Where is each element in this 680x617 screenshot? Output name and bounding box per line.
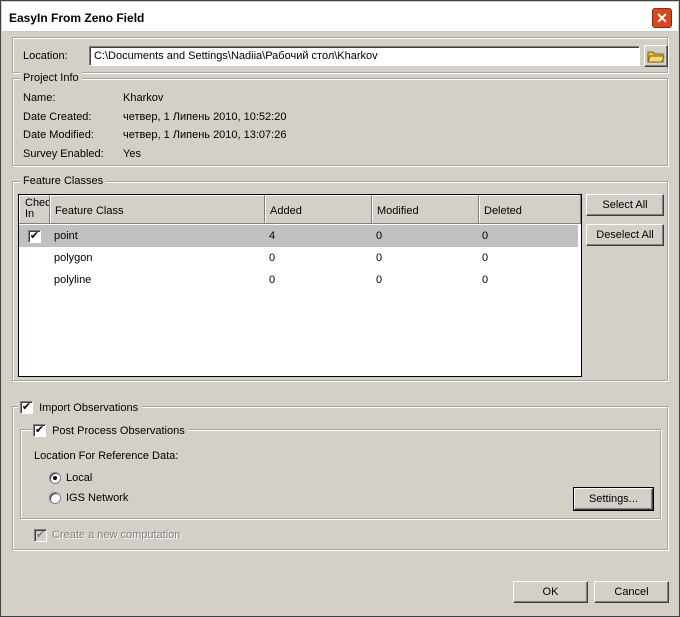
feature-classes-list[interactable]: Chec In Feature Class Added Modified Del…: [18, 194, 582, 377]
column-header-feature-class[interactable]: Feature Class: [50, 195, 265, 224]
date-created-value: четвер, 1 Липень 2010, 10:52:20: [123, 111, 287, 123]
local-radio[interactable]: [49, 472, 61, 484]
igs-network-radio-label[interactable]: IGS Network: [66, 492, 128, 504]
create-computation-label: Create a new computation: [52, 529, 181, 541]
deleted-cell: 0: [482, 274, 489, 286]
post-process-option[interactable]: ✔ Post Process Observations: [31, 424, 189, 437]
settings-button[interactable]: Settings...: [573, 487, 654, 511]
feature-classes-legend: Feature Classes: [20, 175, 107, 187]
import-observations-label: Import Observations: [39, 401, 139, 414]
igs-network-radio[interactable]: [49, 492, 61, 504]
create-computation-checkbox[interactable]: ✔: [34, 529, 47, 542]
post-process-checkbox[interactable]: ✔: [33, 424, 46, 437]
post-process-label: Post Process Observations: [52, 424, 185, 437]
added-cell: 4: [269, 230, 276, 242]
ok-button[interactable]: OK: [513, 581, 588, 603]
column-header-modified[interactable]: Modified: [372, 195, 479, 224]
local-radio-label[interactable]: Local: [66, 472, 92, 484]
feature-class-cell: point: [54, 230, 78, 242]
reference-data-label: Location For Reference Data:: [34, 450, 179, 462]
location-input[interactable]: C:\Documents and Settings\Nadiia\Рабочий…: [89, 46, 640, 66]
added-cell: 0: [269, 252, 276, 264]
modified-cell: 0: [376, 274, 383, 286]
table-row[interactable]: ✔ point 4 0 0: [19, 225, 578, 247]
deleted-cell: 0: [482, 252, 489, 264]
window-title: EasyIn From Zeno Field: [9, 11, 145, 25]
survey-enabled-label: Survey Enabled:: [23, 148, 104, 160]
column-header-check-in[interactable]: Chec In: [19, 195, 50, 224]
table-row[interactable]: polyline 0 0 0: [19, 269, 578, 291]
check-in-header-bottom: In: [25, 208, 35, 220]
date-modified-label: Date Modified:: [23, 129, 94, 141]
name-label: Name:: [23, 92, 56, 104]
close-icon[interactable]: ✕: [652, 8, 672, 28]
date-modified-value: четвер, 1 Липень 2010, 13:07:26: [123, 129, 287, 141]
column-header-deleted[interactable]: Deleted: [479, 195, 581, 224]
feature-class-cell: polygon: [54, 252, 93, 264]
project-info-group: Project Info: [12, 72, 668, 166]
project-info-legend: Project Info: [20, 72, 82, 84]
title-bar: EasyIn From Zeno Field ✕: [2, 2, 678, 32]
location-label: Location:: [23, 50, 68, 62]
date-created-label: Date Created:: [23, 111, 92, 123]
cancel-button[interactable]: Cancel: [594, 581, 669, 603]
radio-selected-dot: [53, 476, 57, 480]
added-cell: 0: [269, 274, 276, 286]
location-value: C:\Documents and Settings\Nadiia\Рабочий…: [94, 50, 378, 62]
name-value: Kharkov: [123, 92, 164, 104]
open-folder-icon: [647, 51, 665, 63]
table-row[interactable]: polygon 0 0 0: [19, 247, 578, 269]
import-observations-option[interactable]: ✔ Import Observations: [18, 401, 143, 414]
select-all-button[interactable]: Select All: [586, 194, 664, 216]
deselect-all-button[interactable]: Deselect All: [586, 224, 664, 246]
row-checkbox[interactable]: ✔: [28, 230, 41, 243]
deleted-cell: 0: [482, 230, 489, 242]
modified-cell: 0: [376, 252, 383, 264]
feature-class-cell: polyline: [54, 274, 92, 286]
column-header-added[interactable]: Added: [265, 195, 372, 224]
post-process-group: [20, 429, 661, 519]
browse-folder-button[interactable]: [644, 45, 668, 67]
import-observations-checkbox[interactable]: ✔: [20, 401, 33, 414]
survey-enabled-value: Yes: [123, 148, 141, 160]
dialog-window: EasyIn From Zeno Field ✕ Location: C:\Do…: [0, 0, 680, 617]
modified-cell: 0: [376, 230, 383, 242]
